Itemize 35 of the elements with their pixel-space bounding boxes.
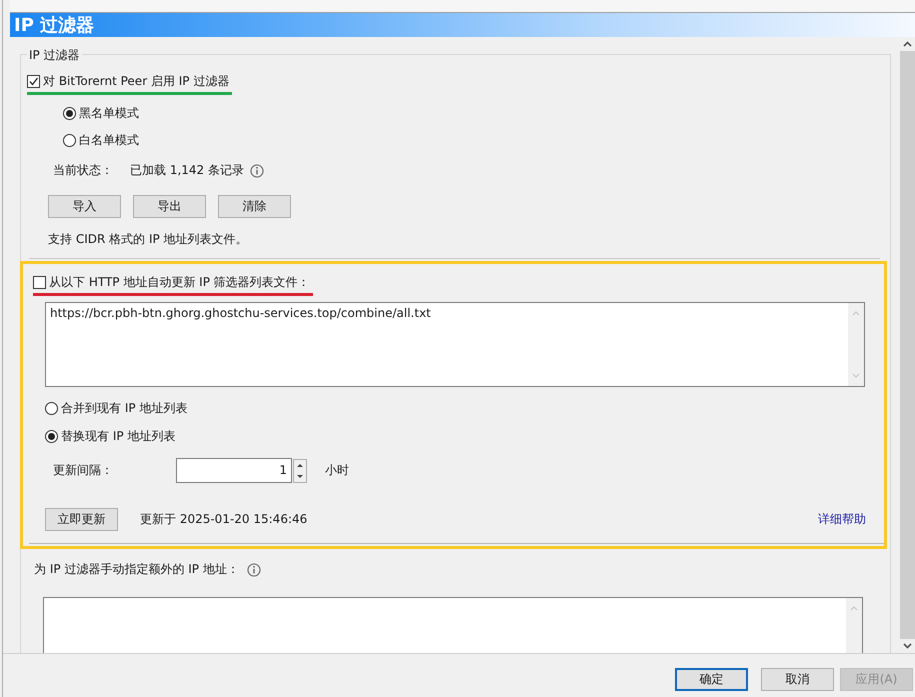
action-button[interactable]: 导出 xyxy=(133,195,206,218)
help-link[interactable]: 详细帮助 xyxy=(818,510,866,528)
hint-text: 支持 CIDR 格式的 IP 地址列表文件。 xyxy=(48,231,249,247)
radio-label[interactable]: 黑名单模式 xyxy=(79,105,139,122)
url-list-field[interactable]: https://bcr.pbh-btn.ghorg.ghostchu-services.top/combine/all.txt xyxy=(45,302,865,387)
dialog-button[interactable]: 确定 xyxy=(675,668,748,691)
manual-ip-field[interactable] xyxy=(43,597,863,653)
radio-button[interactable] xyxy=(63,134,76,147)
radio-label[interactable]: 白名单模式 xyxy=(79,132,139,149)
url-text: https://bcr.pbh-btn.ghorg.ghostchu-services.top/combine/all.txt xyxy=(50,306,431,320)
status-value: 已加载 1,142 条记录 xyxy=(130,162,244,179)
checkbox-label[interactable]: 从以下 HTTP 地址自动更新 IP 筛选器列表文件： xyxy=(49,274,310,291)
update-now-button[interactable]: 立即更新 xyxy=(45,508,118,530)
interval-unit: 小时 xyxy=(325,462,349,479)
spinner[interactable] xyxy=(293,458,307,482)
action-button[interactable]: 导入 xyxy=(48,195,121,218)
checkbox[interactable] xyxy=(27,75,40,88)
manual-ip-label: 为 IP 过滤器手动指定额外的 IP 地址： xyxy=(34,561,239,578)
info-icon xyxy=(246,562,261,576)
radio-label[interactable]: 合并到现有 IP 地址列表 xyxy=(61,400,188,417)
last-updated-text: 更新于 2025-01-20 15:46:46 xyxy=(140,510,308,528)
radio-button[interactable] xyxy=(63,107,76,120)
info-icon xyxy=(250,164,264,178)
checkbox[interactable] xyxy=(33,276,46,289)
radio-button[interactable] xyxy=(45,430,58,443)
status-label: 当前状态： xyxy=(53,162,114,179)
dialog-button[interactable]: 取消 xyxy=(761,668,834,691)
page-title: IP 过滤器 xyxy=(14,14,94,37)
checkbox-label[interactable]: 对 BitTorernt Peer 启用 IP 过滤器 xyxy=(43,73,230,90)
action-button[interactable]: 清除 xyxy=(218,195,291,218)
checkmark-icon xyxy=(28,76,39,87)
radio-button[interactable] xyxy=(45,402,58,415)
interval-field[interactable]: 1 xyxy=(176,458,292,483)
radio-label[interactable]: 替换现有 IP 地址列表 xyxy=(61,428,176,445)
interval-label: 更新间隔： xyxy=(53,462,114,479)
